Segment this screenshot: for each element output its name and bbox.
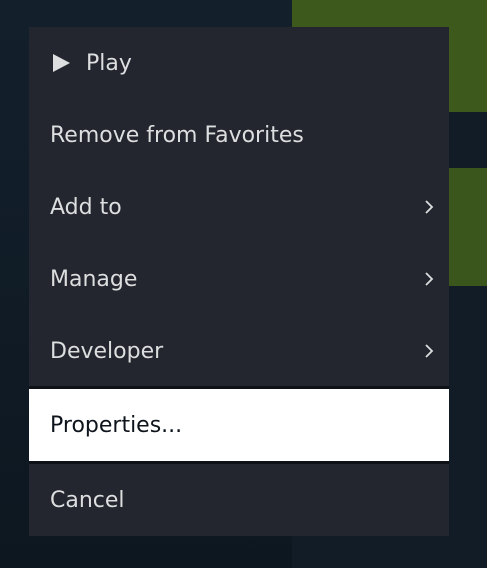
menu-item-label: Remove from Favorites xyxy=(50,122,304,148)
menu-item-add-to[interactable]: Add to xyxy=(29,171,449,243)
menu-item-cancel[interactable]: Cancel xyxy=(29,464,449,536)
menu-item-remove-from-favorites[interactable]: Remove from Favorites xyxy=(29,99,449,171)
menu-item-properties[interactable]: Properties... xyxy=(29,389,449,461)
menu-item-label: Manage xyxy=(50,266,138,292)
chevron-right-icon xyxy=(425,344,434,358)
menu-item-manage[interactable]: Manage xyxy=(29,243,449,315)
menu-item-label: Cancel xyxy=(50,487,125,513)
play-icon xyxy=(53,54,70,72)
menu-item-label: Play xyxy=(86,50,132,76)
chevron-right-icon xyxy=(425,200,434,214)
chevron-right-icon xyxy=(425,272,434,286)
context-menu: Play Remove from Favorites Add to Manage… xyxy=(29,27,449,536)
menu-item-label: Add to xyxy=(50,194,122,220)
menu-item-label: Properties... xyxy=(50,412,183,438)
menu-item-label: Developer xyxy=(50,338,164,364)
menu-item-play[interactable]: Play xyxy=(29,27,449,99)
menu-item-developer[interactable]: Developer xyxy=(29,315,449,387)
